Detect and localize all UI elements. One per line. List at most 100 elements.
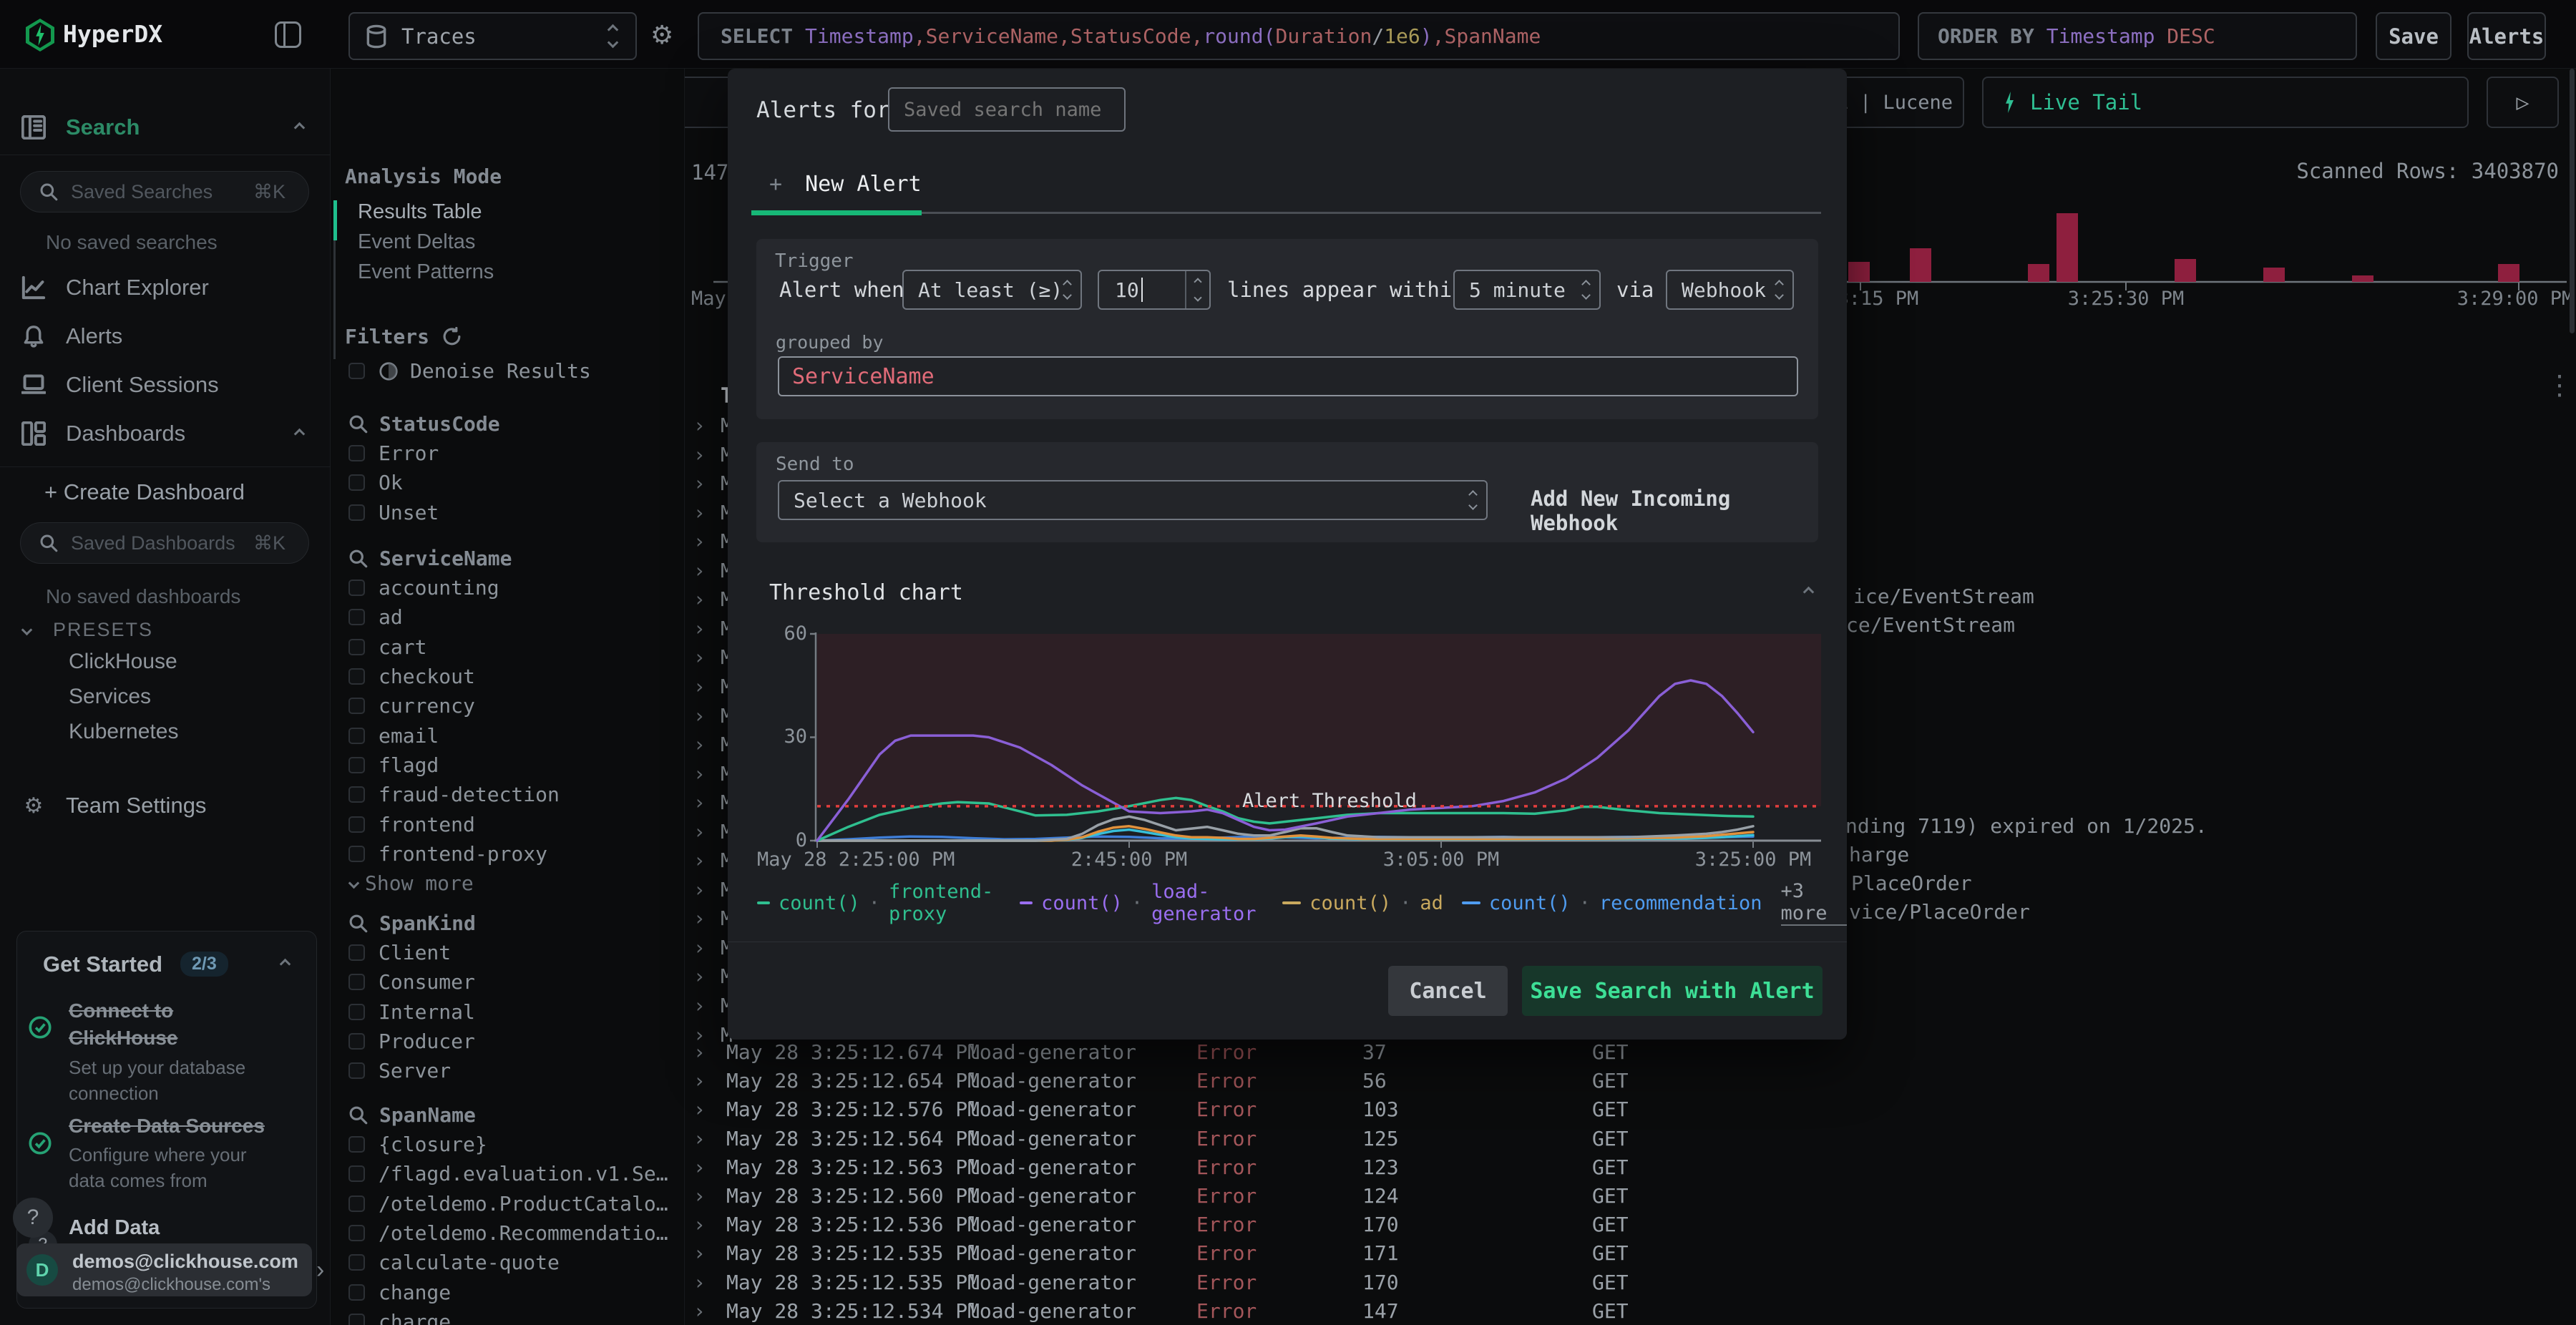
save-button[interactable]: Save xyxy=(2376,12,2451,60)
kebab-menu-icon[interactable]: ⋮ xyxy=(2546,369,2573,401)
checkbox xyxy=(348,1284,365,1301)
alerts-button[interactable]: Alerts xyxy=(2467,12,2546,60)
sidebar-item-alerts[interactable]: Alerts xyxy=(0,321,331,352)
number-spinner[interactable] xyxy=(1185,271,1209,308)
filter-option[interactable]: charge xyxy=(348,1307,674,1325)
laptop-icon xyxy=(21,374,46,394)
filter-option[interactable]: fraud-detection xyxy=(348,780,674,809)
step1-title[interactable]: Connect to ClickHouse xyxy=(69,997,283,1052)
filter-option[interactable]: frontend-proxy xyxy=(348,839,674,869)
filter-option[interactable]: frontend xyxy=(348,809,674,838)
filter-option[interactable]: Ok xyxy=(348,468,674,497)
sidebar-item-team-settings[interactable]: ⚙ Team Settings xyxy=(0,790,331,821)
denoise-results-toggle[interactable]: Denoise Results xyxy=(348,356,591,386)
filter-option[interactable]: Error xyxy=(348,439,674,468)
checkbox xyxy=(348,816,365,833)
table-row[interactable]: › May 28 3:25:12.534 PM load-generator Erro… xyxy=(685,1296,2576,1325)
cancel-button[interactable]: Cancel xyxy=(1388,966,1508,1016)
account-menu[interactable]: D demos@clickhouse.com demos@clickhouse.… xyxy=(16,1243,312,1296)
hyperdx-app: HyperDX Traces ⚙ SELECT Timestamp,Servic… xyxy=(0,0,2576,1325)
collapse-chart-icon[interactable] xyxy=(1802,586,1815,598)
grouped-by-input[interactable]: ServiceName xyxy=(778,356,1798,396)
threshold-op-select[interactable]: At least (≥) xyxy=(902,270,1082,310)
search-icon xyxy=(349,1106,368,1125)
table-row[interactable]: › May 28 3:25:12.535 PM load-generator Erro… xyxy=(685,1238,2576,1267)
show-more-button[interactable]: Show more xyxy=(348,869,674,898)
filter-option[interactable]: change xyxy=(348,1277,674,1306)
preset-item[interactable]: ClickHouse xyxy=(69,650,178,685)
collapse-icon[interactable] xyxy=(279,958,291,970)
analysis-mode-tab[interactable]: Event Deltas xyxy=(358,230,494,260)
create-dashboard-button[interactable]: + Create Dashboard xyxy=(0,478,331,507)
table-row[interactable]: › May 28 3:25:12.654 PM load-generator Erro… xyxy=(685,1066,2576,1095)
filter-option[interactable]: ad xyxy=(348,602,674,632)
table-row[interactable]: › May 28 3:25:12.576 PM load-generator Erro… xyxy=(685,1095,2576,1123)
saved-searches-input[interactable]: Saved Searches ⌘K xyxy=(20,171,309,212)
step2-title[interactable]: Create Data Sources xyxy=(69,1115,265,1138)
filter-option[interactable]: Server xyxy=(348,1056,674,1085)
checkbox xyxy=(348,786,365,803)
legend-item: count() · ad xyxy=(1282,892,1443,914)
filter-option[interactable]: checkout xyxy=(348,662,674,691)
filter-option[interactable]: /oteldemo.ProductCatalo… xyxy=(348,1189,674,1218)
order-by-input[interactable]: ORDER BY Timestamp DESC xyxy=(1918,12,2357,60)
text-caret xyxy=(1141,278,1143,302)
time-window-select[interactable]: 5 minute xyxy=(1453,270,1601,310)
account-expand-chevron[interactable]: › xyxy=(316,1256,324,1284)
table-row[interactable]: › May 28 3:25:12.536 PM load-generator Erro… xyxy=(685,1210,2576,1238)
filter-option[interactable]: flagd xyxy=(348,750,674,780)
table-row[interactable]: › May 28 3:25:12.560 PM load-generator Erro… xyxy=(685,1181,2576,1210)
step-done-icon xyxy=(29,1132,52,1155)
channel-select[interactable]: Webhook xyxy=(1666,270,1794,310)
filter-option[interactable]: accounting xyxy=(348,573,674,602)
filter-option[interactable]: calculate-quote xyxy=(348,1248,674,1277)
preset-item[interactable]: Kubernetes xyxy=(69,720,178,755)
bell-icon xyxy=(24,326,44,348)
table-row[interactable]: › May 28 3:25:12.564 PM load-generator Erro… xyxy=(685,1124,2576,1153)
filter-option[interactable]: cart xyxy=(348,632,674,662)
checkbox xyxy=(348,944,365,962)
step3-title[interactable]: Add Data xyxy=(69,1216,160,1240)
filter-option[interactable]: {closure} xyxy=(348,1130,674,1159)
scrollbar-thumb[interactable] xyxy=(2570,69,2575,333)
table-row[interactable]: › May 28 3:25:12.674 PM load-generator Erro… xyxy=(685,1037,2576,1066)
legend-more-button[interactable]: +3 more xyxy=(1780,880,1848,926)
filter-option[interactable]: Consumer xyxy=(348,967,674,997)
presets-toggle[interactable]: PRESETS xyxy=(0,617,331,642)
hyperdx-logo-icon[interactable] xyxy=(26,19,54,52)
filter-option[interactable]: email xyxy=(348,720,674,750)
sidebar-item-dashboards[interactable]: Dashboards xyxy=(0,418,331,449)
select-query-input[interactable]: SELECT Timestamp,ServiceName,StatusCode,… xyxy=(698,12,1900,60)
sidebar-item-search[interactable]: Search xyxy=(0,112,331,143)
source-select[interactable]: Traces xyxy=(348,12,637,60)
analysis-mode-tab[interactable]: Event Patterns xyxy=(358,260,494,290)
filter-group-spanname: SpanName {closure}/flagd.evaluation.v1.Se… xyxy=(348,1100,674,1325)
table-row[interactable]: › May 28 3:25:12.535 PM load-generator Erro… xyxy=(685,1268,2576,1296)
analysis-mode-tab[interactable]: Results Table xyxy=(358,200,494,230)
preset-item[interactable]: Services xyxy=(69,685,178,720)
refresh-icon[interactable] xyxy=(442,327,462,346)
query-settings-gear-icon[interactable]: ⚙ xyxy=(650,21,673,50)
table-row[interactable]: › May 28 3:25:12.563 PM load-generator Erro… xyxy=(685,1153,2576,1181)
analysis-mode-label: Analysis Mode xyxy=(345,165,502,188)
clipped-text: vice/PlaceOrder xyxy=(1849,900,2030,924)
filter-option[interactable]: /flagd.evaluation.v1.Se… xyxy=(348,1159,674,1188)
tab-new-alert[interactable]: + New Alert xyxy=(769,172,922,197)
saved-dashboards-input[interactable]: Saved Dashboards ⌘K xyxy=(20,522,309,564)
filter-option[interactable]: Unset xyxy=(348,498,674,527)
save-search-with-alert-button[interactable]: Save Search with Alert xyxy=(1522,966,1823,1016)
saved-search-name-input[interactable] xyxy=(888,87,1126,132)
sidebar-toggle-icon[interactable] xyxy=(275,21,301,48)
filter-option[interactable]: Internal xyxy=(348,997,674,1027)
webhook-select[interactable]: Select a Webhook xyxy=(778,480,1488,520)
filter-option[interactable]: Client xyxy=(348,938,674,967)
sidebar-item-chart-explorer[interactable]: Chart Explorer xyxy=(0,272,331,303)
sidebar-item-client-sessions[interactable]: Client Sessions xyxy=(0,369,331,401)
checkbox[interactable] xyxy=(348,363,365,380)
help-button[interactable]: ? xyxy=(13,1198,53,1238)
add-new-webhook-button[interactable]: Add New Incoming Webhook xyxy=(1531,487,1818,535)
threshold-value-input[interactable]: 10 xyxy=(1098,270,1211,310)
filter-option[interactable]: currency xyxy=(348,691,674,720)
filter-option[interactable]: Producer xyxy=(348,1027,674,1056)
filter-option[interactable]: /oteldemo.Recommendatio… xyxy=(348,1218,674,1248)
